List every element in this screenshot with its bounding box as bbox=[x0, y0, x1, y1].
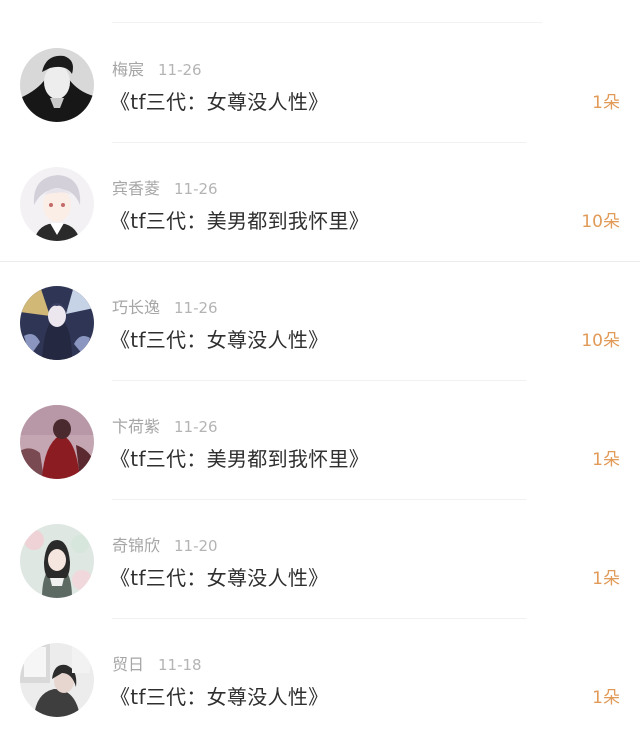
list-item[interactable]: 梅宸 11-26 《tf三代：女尊没人性》 1朵 bbox=[0, 24, 640, 143]
user-name[interactable]: 宾香菱 bbox=[112, 179, 160, 198]
item-meta: 宾香菱 11-26 bbox=[112, 177, 218, 201]
timestamp: 11-26 bbox=[174, 299, 218, 317]
anime-boy-avatar-icon[interactable] bbox=[20, 167, 94, 241]
gift-record-list: 梅宸 11-26 《tf三代：女尊没人性》 1朵 宾香菱 11-26 《tf三代：美… bbox=[0, 0, 640, 731]
room-photo-avatar-icon[interactable] bbox=[20, 643, 94, 717]
girl-photo-avatar-icon[interactable] bbox=[20, 524, 94, 598]
book-title[interactable]: 《tf三代：美男都到我怀里》 bbox=[110, 206, 369, 236]
item-meta: 贸日 11-18 bbox=[112, 653, 202, 677]
item-meta: 梅宸 11-26 bbox=[112, 58, 202, 82]
book-title[interactable]: 《tf三代：女尊没人性》 bbox=[110, 325, 328, 355]
timestamp: 11-26 bbox=[174, 418, 218, 436]
book-title[interactable]: 《tf三代：女尊没人性》 bbox=[110, 682, 328, 712]
list-item[interactable]: 卞荷紫 11-26 《tf三代：美男都到我怀里》 1朵 bbox=[0, 381, 640, 500]
user-name[interactable]: 贸日 bbox=[112, 655, 144, 674]
book-title[interactable]: 《tf三代：女尊没人性》 bbox=[110, 563, 328, 593]
book-title[interactable]: 《tf三代：女尊没人性》 bbox=[110, 87, 328, 117]
timestamp: 11-20 bbox=[174, 537, 218, 555]
gift-count: 1朵 bbox=[592, 450, 620, 470]
gift-count: 10朵 bbox=[581, 212, 620, 232]
gift-count: 1朵 bbox=[592, 569, 620, 589]
list-item[interactable]: 巧长逸 11-26 《tf三代：女尊没人性》 10朵 bbox=[0, 262, 640, 381]
item-meta: 卞荷紫 11-26 bbox=[112, 415, 218, 439]
user-name[interactable]: 卞荷紫 bbox=[112, 417, 160, 436]
list-item[interactable]: 宾香菱 11-26 《tf三代：美男都到我怀里》 10朵 bbox=[0, 143, 640, 262]
timestamp: 11-26 bbox=[174, 180, 218, 198]
gift-count: 1朵 bbox=[592, 93, 620, 113]
user-name[interactable]: 梅宸 bbox=[112, 60, 144, 79]
user-name[interactable]: 巧长逸 bbox=[112, 298, 160, 317]
anime-girl-avatar-icon[interactable] bbox=[20, 286, 94, 360]
gift-count: 10朵 bbox=[581, 331, 620, 351]
book-title[interactable]: 《tf三代：美男都到我怀里》 bbox=[110, 444, 369, 474]
list-item[interactable]: 贸日 11-18 《tf三代：女尊没人性》 1朵 bbox=[0, 619, 640, 738]
item-meta: 巧长逸 11-26 bbox=[112, 296, 218, 320]
user-name[interactable]: 奇锦欣 bbox=[112, 536, 160, 555]
photo-avatar-icon[interactable] bbox=[20, 405, 94, 479]
list-item[interactable]: 奇锦欣 11-20 《tf三代：女尊没人性》 1朵 bbox=[0, 500, 640, 619]
gift-count: 1朵 bbox=[592, 688, 620, 708]
timestamp: 11-18 bbox=[158, 656, 202, 674]
timestamp: 11-26 bbox=[158, 61, 202, 79]
item-meta: 奇锦欣 11-20 bbox=[112, 534, 218, 558]
top-divider bbox=[112, 22, 542, 23]
man-avatar-icon[interactable] bbox=[20, 48, 94, 122]
